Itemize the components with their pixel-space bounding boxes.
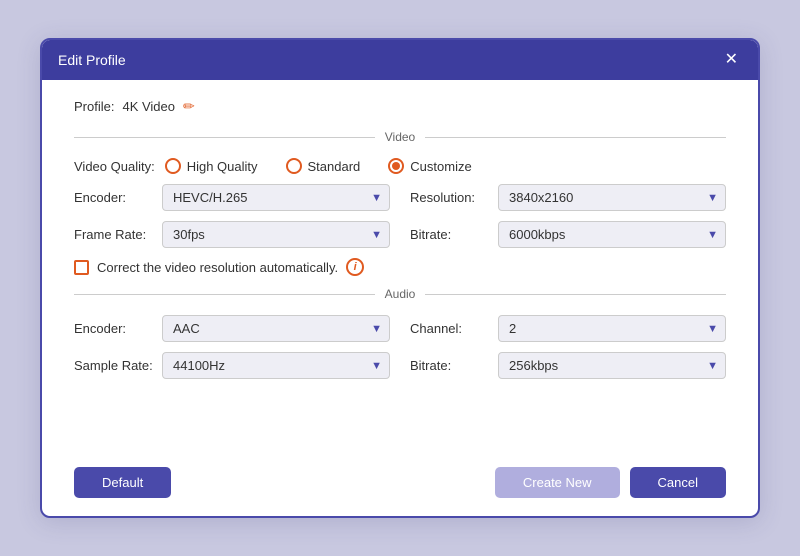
channel-label: Channel:	[410, 321, 490, 336]
radio-customize-circle	[388, 158, 404, 174]
video-fields-row: Encoder: HEVC/H.265 H.264 VP9 ▼ Frame Ra…	[74, 184, 726, 248]
radio-high-quality-label: High Quality	[187, 159, 258, 174]
sample-rate-select-wrap: 44100Hz 48000Hz 22050Hz ▼	[162, 352, 390, 379]
video-bitrate-select-wrap: 6000kbps 4000kbps 2000kbps ▼	[498, 221, 726, 248]
framerate-row: Frame Rate: 24fps 25fps 30fps 60fps ▼	[74, 221, 390, 248]
audio-section: Encoder: AAC MP3 FLAC ▼ Sample Rate:	[74, 315, 726, 379]
sample-rate-select[interactable]: 44100Hz 48000Hz 22050Hz	[162, 352, 390, 379]
video-bitrate-select[interactable]: 6000kbps 4000kbps 2000kbps	[498, 221, 726, 248]
profile-row: Profile: 4K Video ✏	[74, 98, 726, 115]
audio-encoder-select[interactable]: AAC MP3 FLAC	[162, 315, 390, 342]
checkbox-row: Correct the video resolution automatical…	[74, 258, 726, 276]
sample-rate-row: Sample Rate: 44100Hz 48000Hz 22050Hz ▼	[74, 352, 390, 379]
audio-encoder-row: Encoder: AAC MP3 FLAC ▼	[74, 315, 390, 342]
audio-encoder-label: Encoder:	[74, 321, 154, 336]
audio-bitrate-row: Bitrate: 256kbps 192kbps 128kbps ▼	[410, 352, 726, 379]
encoder-row: Encoder: HEVC/H.265 H.264 VP9 ▼	[74, 184, 390, 211]
dialog-footer: Default Create New Cancel	[42, 455, 758, 516]
encoder-select-wrap: HEVC/H.265 H.264 VP9 ▼	[162, 184, 390, 211]
radio-customize[interactable]: Customize	[388, 158, 471, 174]
audio-left-col: Encoder: AAC MP3 FLAC ▼ Sample Rate:	[74, 315, 390, 379]
framerate-label: Frame Rate:	[74, 227, 154, 242]
quality-radio-group: High Quality Standard Customize	[165, 158, 726, 174]
profile-value: 4K Video	[122, 99, 175, 114]
default-button[interactable]: Default	[74, 467, 171, 498]
video-section: Video Quality: High Quality Standard Cus…	[74, 158, 726, 276]
radio-high-quality[interactable]: High Quality	[165, 158, 258, 174]
quality-label: Video Quality:	[74, 159, 155, 174]
audio-encoder-select-wrap: AAC MP3 FLAC ▼	[162, 315, 390, 342]
cancel-button[interactable]: Cancel	[630, 467, 726, 498]
dialog-title: Edit Profile	[58, 52, 126, 68]
video-section-divider: Video	[74, 129, 726, 144]
radio-standard-label: Standard	[308, 159, 361, 174]
audio-section-title: Audio	[375, 287, 426, 301]
channel-select-wrap: 1 2 6 ▼	[498, 315, 726, 342]
dialog-body: Profile: 4K Video ✏ Video Video Quality:…	[42, 80, 758, 455]
channel-select[interactable]: 1 2 6	[498, 315, 726, 342]
video-section-title: Video	[375, 130, 425, 144]
sample-rate-label: Sample Rate:	[74, 358, 154, 373]
video-right-col: Resolution: 3840x2160 1920x1080 1280x720…	[410, 184, 726, 248]
resolution-label: Resolution:	[410, 190, 490, 205]
radio-standard-circle	[286, 158, 302, 174]
quality-row: Video Quality: High Quality Standard Cus…	[74, 158, 726, 174]
video-bitrate-row: Bitrate: 6000kbps 4000kbps 2000kbps ▼	[410, 221, 726, 248]
edit-profile-dialog: Edit Profile ✕ Profile: 4K Video ✏ Video…	[40, 38, 760, 518]
encoder-select[interactable]: HEVC/H.265 H.264 VP9	[162, 184, 390, 211]
resolution-row: Resolution: 3840x2160 1920x1080 1280x720…	[410, 184, 726, 211]
audio-fields-row: Encoder: AAC MP3 FLAC ▼ Sample Rate:	[74, 315, 726, 379]
framerate-select[interactable]: 24fps 25fps 30fps 60fps	[162, 221, 390, 248]
audio-bitrate-select[interactable]: 256kbps 192kbps 128kbps	[498, 352, 726, 379]
auto-resolution-label: Correct the video resolution automatical…	[97, 260, 338, 275]
encoder-label: Encoder:	[74, 190, 154, 205]
audio-bitrate-select-wrap: 256kbps 192kbps 128kbps ▼	[498, 352, 726, 379]
radio-customize-label: Customize	[410, 159, 471, 174]
footer-right: Create New Cancel	[495, 467, 726, 498]
audio-bitrate-label: Bitrate:	[410, 358, 490, 373]
close-button[interactable]: ✕	[721, 50, 742, 70]
radio-high-quality-circle	[165, 158, 181, 174]
radio-standard[interactable]: Standard	[286, 158, 361, 174]
auto-resolution-checkbox[interactable]	[74, 260, 89, 275]
resolution-select[interactable]: 3840x2160 1920x1080 1280x720	[498, 184, 726, 211]
title-bar: Edit Profile ✕	[42, 40, 758, 80]
resolution-select-wrap: 3840x2160 1920x1080 1280x720 ▼	[498, 184, 726, 211]
profile-label: Profile:	[74, 99, 114, 114]
create-new-button[interactable]: Create New	[495, 467, 620, 498]
audio-right-col: Channel: 1 2 6 ▼ Bitrate:	[410, 315, 726, 379]
video-left-col: Encoder: HEVC/H.265 H.264 VP9 ▼ Frame Ra…	[74, 184, 390, 248]
video-bitrate-label: Bitrate:	[410, 227, 490, 242]
audio-section-divider: Audio	[74, 286, 726, 301]
channel-row: Channel: 1 2 6 ▼	[410, 315, 726, 342]
framerate-select-wrap: 24fps 25fps 30fps 60fps ▼	[162, 221, 390, 248]
info-icon[interactable]: i	[346, 258, 364, 276]
edit-icon[interactable]: ✏	[183, 98, 195, 115]
